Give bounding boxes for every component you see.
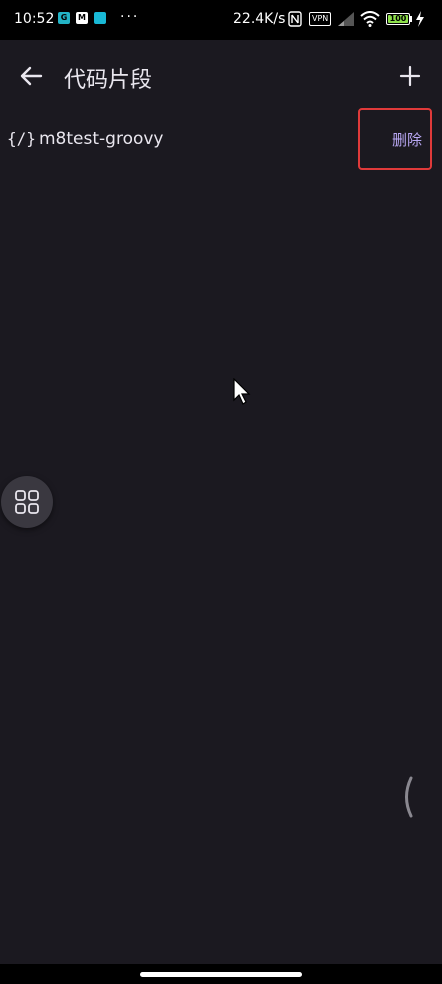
charging-icon <box>415 11 425 31</box>
app-notification-icon: G <box>58 12 70 24</box>
app-bar: 代码片段 <box>0 40 442 110</box>
mouse-cursor-icon <box>233 377 253 410</box>
floating-grid-button[interactable] <box>1 476 53 528</box>
snippet-list-item[interactable]: {/} m8test-groovy 删除 <box>0 108 442 172</box>
battery-level: 100 <box>388 14 408 23</box>
vpn-badge: VPN <box>309 12 332 26</box>
grid-icon <box>15 490 39 514</box>
notification-icons: G M <box>58 12 106 24</box>
nfc-icon <box>288 11 302 31</box>
back-button[interactable] <box>16 61 46 91</box>
plus-icon <box>399 65 421 87</box>
delete-label: 删除 <box>391 131 422 149</box>
add-snippet-button[interactable] <box>395 61 425 91</box>
home-indicator[interactable] <box>140 972 302 977</box>
more-notifications-icon: ··· <box>120 9 140 25</box>
status-time: 10:52 <box>14 11 55 27</box>
wifi-icon <box>360 11 380 31</box>
battery-cap <box>410 16 412 22</box>
navigation-bar <box>0 964 442 984</box>
snippet-name: m8test-groovy <box>39 129 164 149</box>
delete-button[interactable]: 删除 <box>358 108 432 170</box>
gmail-icon: M <box>76 12 88 24</box>
page-title: 代码片段 <box>64 68 153 93</box>
app-notification-icon-2 <box>94 12 106 24</box>
arrow-left-icon <box>20 66 43 86</box>
status-bar: 10:52 G M ··· 22.4K/s VPN 100 <box>0 0 442 40</box>
network-speed: 22.4K/s <box>233 11 286 27</box>
edge-gesture-handle[interactable] <box>400 776 414 822</box>
code-snippet-icon: {/} <box>7 129 36 148</box>
battery-icon: 100 <box>386 13 410 25</box>
signal-icon <box>337 11 355 31</box>
